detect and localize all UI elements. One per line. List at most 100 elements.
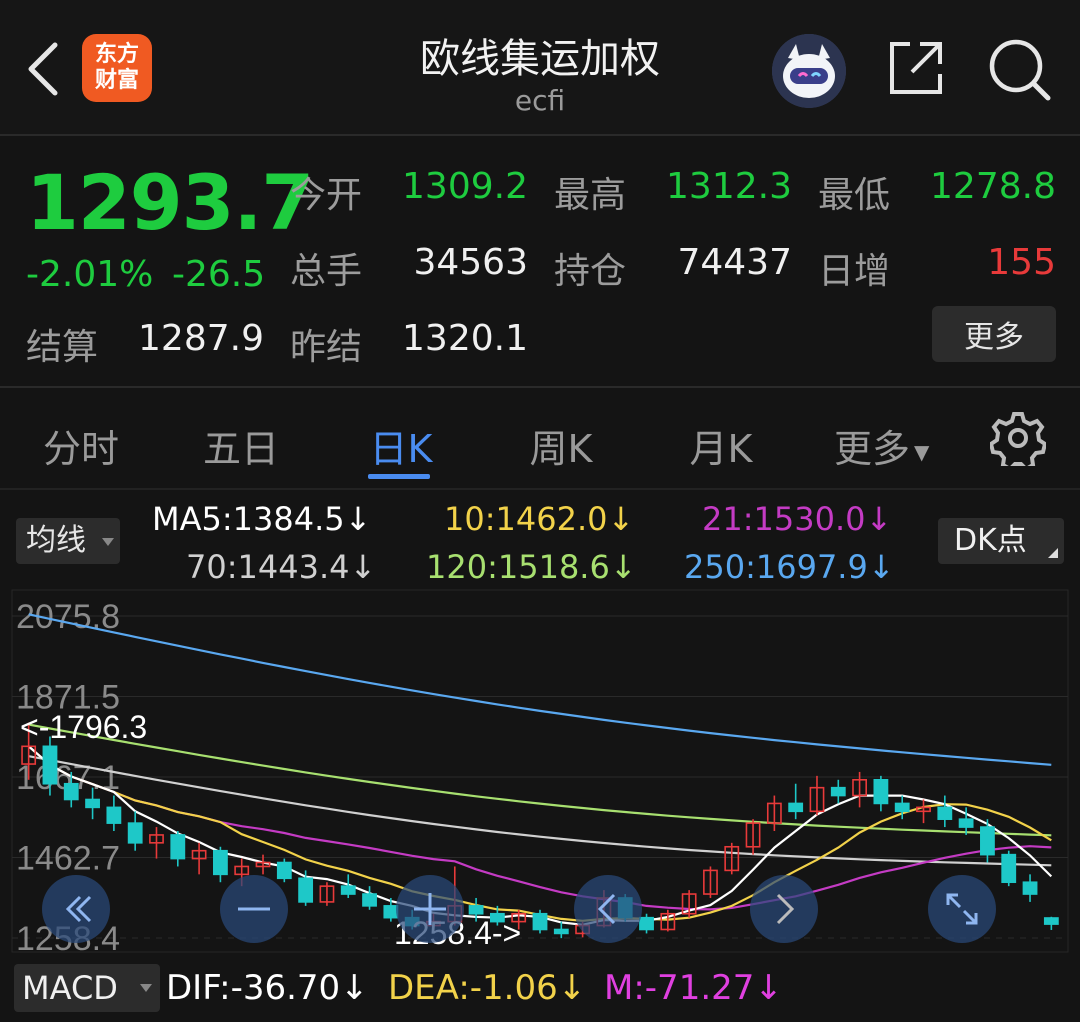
open-interest-label: 持仓 [554, 251, 627, 292]
gear-icon [988, 412, 1048, 472]
step-right-button-bg [750, 875, 818, 943]
ma21-value: 21:1530.0↓ [702, 500, 893, 538]
macd-dea-value: DEA:-1.06↓ [388, 968, 587, 1008]
tab-monthly-k[interactable]: 月K [676, 418, 766, 473]
search-button[interactable] [986, 36, 1054, 104]
chart-grid [12, 615, 1068, 939]
high-label: 最高 [554, 175, 627, 216]
ma5-value: MA5:1384.5↓ [152, 500, 372, 538]
candle-body [276, 861, 292, 880]
candle-body [468, 905, 484, 915]
share-button[interactable] [884, 36, 948, 100]
tab-more[interactable]: 更多 ▼ [834, 418, 948, 473]
assistant-bot-icon[interactable] [772, 34, 846, 108]
candle-body [1022, 881, 1038, 895]
candle-body [1001, 853, 1017, 884]
dk-point-button[interactable]: DK点 [938, 518, 1064, 564]
candle-body [894, 802, 910, 813]
ma10-value: 10:1462.0↓ [444, 500, 635, 538]
step-right-button[interactable] [750, 875, 818, 943]
last-price: 1293.7 [26, 158, 314, 247]
step-left-button[interactable] [574, 875, 642, 943]
candle-body [298, 877, 314, 903]
high-value: 1312.3 [666, 166, 792, 207]
quote-divider [0, 386, 1080, 388]
zoom-out-button[interactable] [220, 875, 288, 943]
open-interest-value: 74437 [677, 242, 792, 283]
ma21-line [27, 745, 1052, 911]
candle-body [213, 849, 228, 876]
tab-intraday[interactable]: 分时 [36, 418, 126, 473]
header-divider [0, 134, 1080, 136]
tab-daily-k[interactable]: 日K [356, 418, 446, 473]
tabs-divider [0, 488, 1080, 490]
corner-triangle-icon [1048, 548, 1058, 558]
caret-down-icon: ▼ [914, 439, 930, 464]
ma70-value: 70:1443.4↓ [186, 548, 377, 586]
candle-body [532, 912, 548, 931]
ma10-line [27, 745, 1052, 922]
page-title: 欧线集运加权 [420, 36, 660, 82]
moving-average-lines [27, 613, 1053, 926]
candle-body [639, 916, 654, 931]
candle-body [958, 818, 974, 828]
page-subtitle: ecfi [514, 84, 566, 117]
scroll-left-button[interactable] [42, 875, 110, 943]
prev-settle-value: 1320.1 [402, 318, 528, 359]
dropdown-arrow-icon [140, 984, 152, 992]
candle-body [788, 802, 804, 813]
dropdown-arrow-icon [102, 538, 114, 546]
more-quote-button[interactable]: 更多 [932, 306, 1056, 362]
candle-body [1043, 917, 1059, 925]
chart-settings-button[interactable] [988, 410, 1048, 472]
macd-indicator-select[interactable]: MACD [14, 964, 160, 1012]
logo-text-top: 东方 [94, 42, 139, 67]
macd-select-label: MACD [22, 969, 118, 1007]
open-value: 1309.2 [402, 166, 528, 207]
zoom-in-button[interactable] [396, 875, 464, 943]
volume-label: 总手 [290, 251, 363, 292]
daily-increase-label: 日增 [818, 251, 891, 292]
change-value: -26.5 [172, 254, 266, 295]
kline-chart[interactable]: 2075.81871.51667.11462.71258.4 <-1796.31… [0, 586, 1080, 956]
candle-body [63, 782, 79, 801]
chevron-left-icon [28, 42, 58, 96]
candle-body [106, 806, 122, 824]
logo-text-bottom: 财富 [94, 68, 139, 93]
change-percent: -2.01% [26, 254, 154, 295]
step-left-button-bg [574, 875, 642, 943]
max-price-marker: <-1796.3 [20, 709, 147, 745]
candle-body [85, 798, 100, 809]
open-label: 今开 [290, 175, 363, 216]
tab-five-day[interactable]: 五日 [196, 418, 286, 473]
prev-settle-label: 昨结 [290, 327, 363, 368]
back-button[interactable] [18, 34, 68, 104]
fullscreen-button-bg [928, 875, 996, 943]
settle-label: 结算 [26, 327, 99, 368]
fullscreen-button[interactable] [928, 875, 996, 943]
low-value: 1278.8 [930, 166, 1056, 207]
app-header: 东方 财富 欧线集运加权 ecfi [0, 0, 1080, 134]
tab-more-label: 更多 [834, 427, 911, 471]
ma250-line [28, 613, 1052, 766]
candle-body [170, 834, 186, 860]
candle-body [127, 822, 143, 844]
y-axis-label: 1462.7 [16, 840, 120, 878]
macd-m-value: M:-71.27↓ [604, 968, 783, 1008]
dk-label: DK点 [954, 523, 1027, 558]
ma250-value: 250:1697.9↓ [684, 548, 895, 586]
search-icon [989, 39, 1051, 101]
ma-select-label: 均线 [26, 523, 86, 558]
candle-body [340, 885, 356, 895]
daily-increase-value: 155 [987, 242, 1056, 283]
volume-value: 34563 [413, 242, 528, 283]
candle-body [362, 893, 377, 907]
ma-indicator-select[interactable]: 均线 [16, 518, 120, 564]
tab-weekly-k[interactable]: 周K [516, 418, 606, 473]
candle-body [553, 928, 569, 935]
ma120-line [28, 723, 1052, 837]
active-tab-indicator [368, 474, 430, 479]
candle-body [873, 778, 889, 805]
candle-body [937, 806, 953, 820]
ma120-value: 120:1518.6↓ [426, 548, 637, 586]
